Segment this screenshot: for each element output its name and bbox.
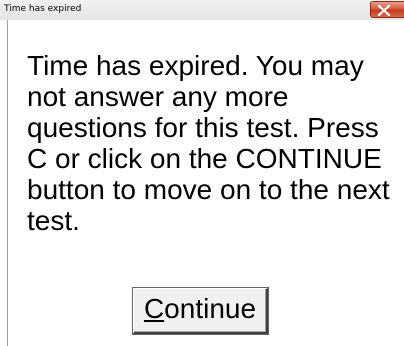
window-title: Time has expired [4, 4, 82, 14]
continue-button[interactable]: Continue [133, 288, 268, 334]
continue-mnemonic: C [143, 293, 165, 324]
title-bar[interactable]: Time has expired [0, 0, 404, 20]
expired-message: Time has expired. You may not answer any… [27, 50, 390, 236]
close-button[interactable] [370, 1, 404, 18]
dialog-window: Time has expired Time has expired. You m… [0, 0, 404, 346]
close-icon [377, 5, 391, 16]
continue-label: ontinue [164, 293, 257, 324]
